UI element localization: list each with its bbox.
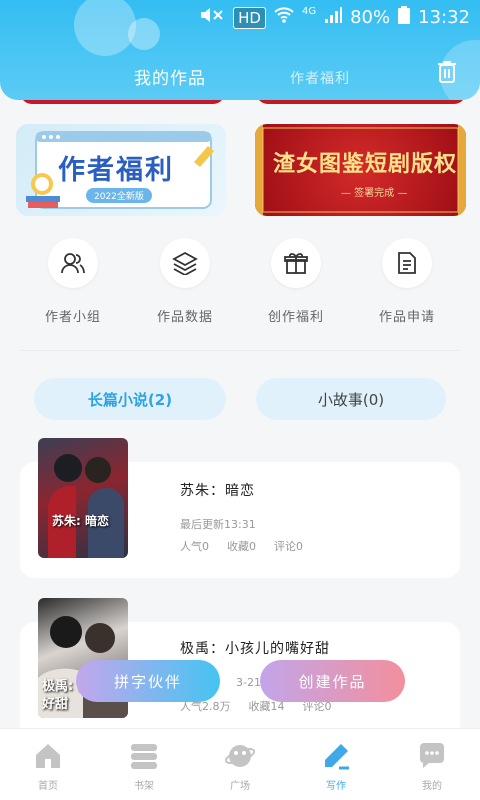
menu-label: 作品数据 (156, 310, 213, 325)
gift-icon (271, 238, 321, 288)
nav-label: 书架 (134, 781, 154, 792)
planet-icon (224, 741, 256, 771)
menu-author-group[interactable]: 作者小组 (18, 238, 128, 325)
stat-favorites: 收藏0 (227, 540, 256, 553)
nav-bookshelf[interactable]: 书架 (96, 741, 192, 792)
battery-level: 80% (350, 7, 391, 28)
nav-home[interactable]: 首页 (0, 741, 96, 792)
work-stats: 人气0 收藏0 评论0 (180, 538, 303, 554)
pen-icon (321, 741, 351, 771)
divider (20, 350, 460, 351)
menu-creation-benefits[interactable]: 创作福利 (241, 238, 351, 325)
content-area: 作者福利 2022全新版 渣女图鉴短剧版权 — 签署完成 — 作者小组 作品数据… (0, 80, 480, 728)
hd-badge: HD (233, 6, 266, 29)
tab-short-stories[interactable]: 小故事(0) (256, 378, 446, 420)
clock: 13:32 (418, 7, 470, 28)
app-root: HD 4G 80% 13:32 我的作品 作者福利 作者福利 2022全新版 渣… (0, 0, 480, 800)
header-tabs: 我的作品 作者福利 (0, 60, 480, 90)
stat-comments: 评论0 (274, 540, 303, 553)
layers-icon (160, 238, 210, 288)
banner-subtitle: — 签署完成 — (341, 188, 408, 199)
menu-work-data[interactable]: 作品数据 (130, 238, 240, 325)
nav-label: 首页 (38, 781, 58, 792)
menu-label: 作品申请 (378, 310, 435, 325)
banner-title: 作者福利 (58, 155, 174, 186)
battery-icon (398, 6, 411, 29)
nav-label: 写作 (326, 781, 346, 792)
status-bar: HD 4G 80% 13:32 (0, 0, 480, 36)
group-icon (48, 238, 98, 288)
bottom-nav: 首页 书架 广场 写作 我的 (0, 728, 480, 800)
wifi-icon (274, 6, 294, 29)
work-title: 极禹：小孩儿的嘴好甜 (180, 641, 330, 657)
document-icon (382, 238, 432, 288)
work-updated: 最后更新13:31 (180, 518, 256, 531)
header: HD 4G 80% 13:32 我的作品 作者福利 (0, 0, 480, 100)
tab-long-novels[interactable]: 长篇小说(2) (34, 378, 226, 420)
nav-label: 我的 (422, 781, 442, 792)
cover-art (48, 454, 124, 558)
feature-menu: 作者小组 作品数据 创作福利 作品申请 (0, 238, 480, 328)
menu-work-application[interactable]: 作品申请 (352, 238, 462, 325)
mute-icon (199, 6, 225, 29)
status-icons: HD 4G 80% 13:32 (199, 6, 470, 29)
work-title: 苏朱：暗恋 (180, 483, 255, 499)
nav-mine[interactable]: 我的 (384, 741, 480, 792)
chat-icon (417, 741, 447, 771)
bookshelf-icon (129, 741, 159, 771)
banner-title: 渣女图鉴短剧版权 (273, 151, 458, 177)
nav-writing[interactable]: 写作 (288, 741, 384, 792)
tab-my-works[interactable]: 我的作品 (134, 64, 206, 89)
network-type: 4G (301, 6, 317, 17)
copyright-banner[interactable]: 渣女图鉴短剧版权 — 签署完成 — (255, 124, 466, 216)
work-updated: 3-21 (236, 676, 261, 689)
nav-label: 广场 (230, 781, 250, 792)
cover-title: 苏朱: 暗恋 (52, 514, 109, 528)
menu-label: 作者小组 (44, 310, 101, 325)
menu-label: 创作福利 (267, 310, 324, 325)
nav-plaza[interactable]: 广场 (192, 741, 288, 792)
create-work-button[interactable]: 创建作品 (260, 660, 405, 702)
banner-subtitle: 2022全新版 (86, 188, 152, 203)
work-cover[interactable]: 苏朱: 暗恋 (38, 438, 128, 558)
stat-popularity: 人气0 (180, 540, 209, 553)
home-icon (33, 741, 63, 771)
writing-partner-button[interactable]: 拼字伙伴 (76, 660, 220, 702)
tab-author-benefits[interactable]: 作者福利 (290, 68, 350, 88)
signal-icon (324, 6, 343, 29)
trash-icon[interactable] (436, 60, 458, 84)
author-benefits-banner[interactable]: 作者福利 2022全新版 (16, 124, 226, 216)
